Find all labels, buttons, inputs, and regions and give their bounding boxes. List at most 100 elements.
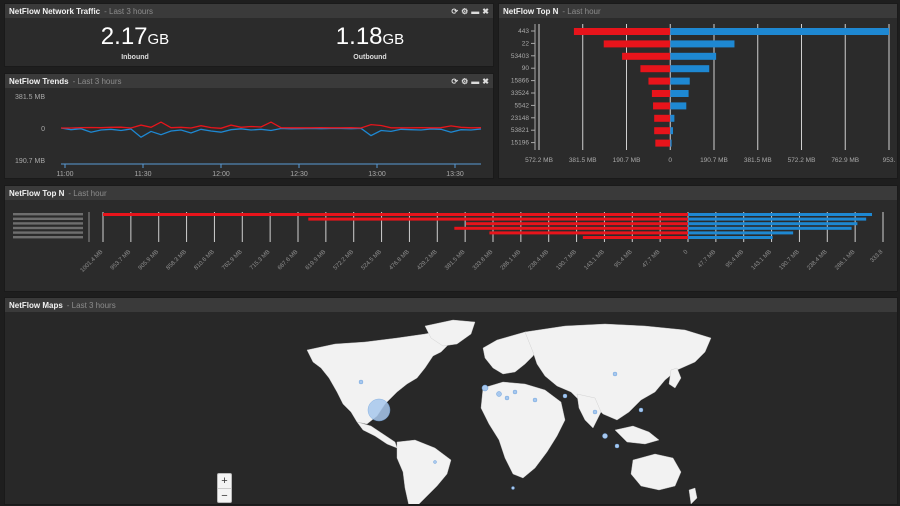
category-label-placeholder	[13, 236, 83, 239]
outbound-bar	[670, 28, 889, 35]
refresh-icon[interactable]: ⟳	[451, 77, 458, 86]
panel-header: NetFlow Top N - Last hour	[5, 186, 897, 200]
category-label: 90	[522, 65, 530, 72]
outbound-bar	[688, 236, 773, 239]
trends-panel: NetFlow Trends - Last 3 hours ⟳ ⚙ ▬ ✖ 38…	[4, 73, 494, 179]
panel-title: NetFlow Network Traffic	[9, 6, 101, 16]
inbound-bar	[308, 217, 688, 221]
inbound-bar	[103, 213, 688, 216]
category-label: 15196	[511, 140, 529, 147]
close-icon[interactable]: ✖	[482, 77, 489, 86]
x-tick-label: 381.5 MB	[444, 249, 466, 271]
x-tick-label: 11:00	[57, 171, 74, 178]
outbound-bar	[670, 127, 673, 135]
x-tick-label: 11:30	[135, 171, 152, 178]
x-tick-label: 13:00	[368, 171, 386, 178]
x-tick-label: 715.3 MB	[249, 249, 271, 271]
inbound-bar	[648, 77, 671, 85]
category-label: 23148	[511, 115, 529, 122]
x-tick-label: 95.4 MB	[614, 249, 634, 269]
inbound-bar	[489, 231, 688, 235]
x-tick-label: 238.4 MB	[806, 249, 828, 271]
panel-title: NetFlow Top N	[503, 6, 559, 16]
inbound-bar	[651, 90, 671, 97]
traffic-bubble	[614, 443, 620, 449]
category-label: 5542	[515, 102, 530, 109]
traffic-bubble	[638, 407, 644, 413]
outbound-label: Outbound	[353, 54, 387, 61]
topn-ports-chart: 572.2 MB 381.5 MB 190.7 MB 0 190.7 MB 381.5 M…	[511, 24, 896, 164]
panel-subtitle: - Last 3 hours	[72, 76, 122, 86]
panel-title: NetFlow Top N	[9, 188, 65, 198]
x-tick-label: 953.7 MB	[110, 249, 132, 271]
inbound-bar	[654, 127, 671, 135]
traffic-bubble	[496, 391, 502, 397]
inbound-value: 2.17GB	[100, 23, 170, 50]
australia-landmass	[630, 453, 682, 491]
topn-hosts-panel: NetFlow Top N - Last hour 1001.4 MB 953.7…	[4, 185, 898, 292]
traffic-bubble	[367, 398, 391, 422]
inbound-series-line	[61, 121, 482, 129]
category-label: 53403	[511, 53, 529, 60]
outbound-bar	[688, 222, 858, 226]
x-tick-label: 286.1 MB	[500, 249, 522, 271]
x-tick-label: 143.1 MB	[751, 249, 773, 271]
outbound-bar	[688, 217, 867, 221]
category-label: 15866	[511, 78, 529, 85]
outbound-series-line	[60, 127, 482, 138]
x-tick-label: 572.2 MB	[525, 157, 553, 164]
x-tick-label: 0	[683, 249, 690, 256]
refresh-icon[interactable]: ⟳	[451, 7, 458, 16]
x-tick-label: 524.5 MB	[361, 249, 383, 271]
x-tick-label: 1001.4 MB	[80, 249, 105, 274]
traffic-bubble	[512, 389, 518, 395]
panel-subtitle: - Last 3 hours	[104, 6, 154, 16]
outbound-bar	[670, 40, 735, 48]
panel-controls: ⟳ ⚙ ▬ ✖	[451, 77, 489, 86]
gear-icon[interactable]: ⚙	[461, 7, 468, 16]
inbound-bar	[654, 114, 671, 122]
minimize-icon[interactable]: ▬	[471, 7, 479, 16]
network-traffic-panel: NetFlow Network Traffic - Last 3 hours ⟳…	[4, 3, 494, 67]
gear-icon[interactable]: ⚙	[461, 77, 468, 86]
panel-title: NetFlow Trends	[9, 76, 69, 86]
topn-ports-panel: NetFlow Top N - Last hour 572.2 MB 381.5 …	[498, 3, 898, 179]
zoom-out-button[interactable]: −	[218, 488, 231, 502]
outbound-bar	[688, 213, 873, 216]
x-tick-label: 13:30	[446, 171, 464, 178]
southeast-asia-islands	[614, 425, 660, 445]
minimize-icon[interactable]: ▬	[471, 77, 479, 86]
map-zoom-control: + −	[217, 473, 232, 503]
close-icon[interactable]: ✖	[482, 7, 489, 16]
panel-subtitle: - Last hour	[562, 6, 601, 16]
outbound-bar	[670, 77, 690, 85]
panel-subtitle: - Last 3 hours	[66, 300, 116, 310]
inbound-bar	[603, 40, 671, 48]
category-label-placeholder	[13, 213, 83, 216]
outbound-bar	[688, 231, 794, 235]
traffic-bubble	[358, 379, 364, 385]
inbound-bar	[573, 28, 671, 35]
x-tick-label: 476.8 MB	[388, 249, 410, 271]
inbound-bar	[466, 222, 688, 226]
x-tick-label: 572.2 MB	[333, 249, 355, 271]
x-tick-label: 381.5 MB	[569, 157, 597, 164]
trends-chart: 381.5 MB 0 190.7 MB 11:00 11:30 12:00 12:30 13:…	[15, 94, 482, 178]
world-map[interactable]	[5, 312, 897, 505]
category-label: 443	[518, 28, 529, 35]
inbound-label: Inbound	[121, 54, 149, 61]
x-tick-label: 95.4 MB	[725, 249, 745, 269]
panel-subtitle: - Last hour	[68, 188, 107, 198]
traffic-bubble	[532, 397, 538, 403]
y-tick-label: 381.5 MB	[15, 94, 45, 101]
x-tick-label: 381.5 MB	[744, 157, 772, 164]
inbound-bar	[622, 52, 671, 60]
zoom-in-button[interactable]: +	[218, 474, 231, 488]
traffic-bubble	[602, 433, 608, 439]
x-tick-label: 762.9 MB	[831, 157, 859, 164]
y-tick-label: 0	[41, 126, 45, 133]
x-tick-label: 47.7 MB	[697, 249, 717, 269]
africa-landmass	[480, 381, 566, 479]
panel-controls: ⟳ ⚙ ▬ ✖	[451, 7, 489, 16]
category-label-placeholder	[13, 222, 83, 225]
